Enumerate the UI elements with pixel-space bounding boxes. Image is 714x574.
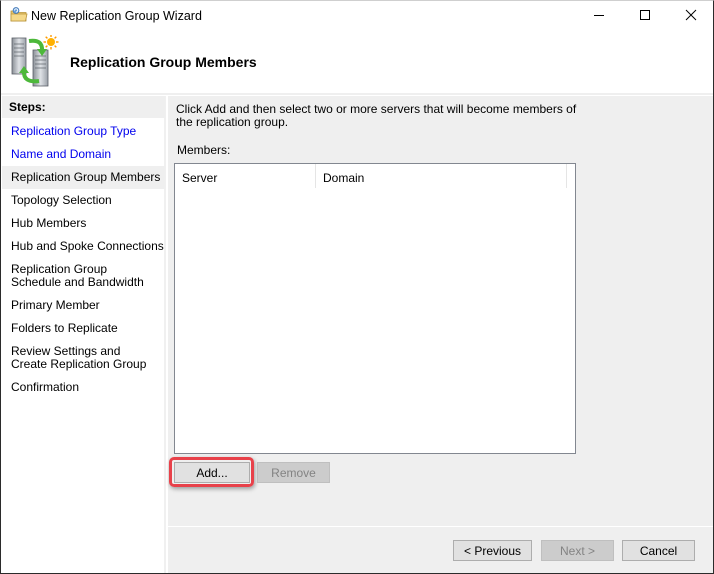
step-primary-member: Primary Member [11,298,100,312]
step-name-and-domain[interactable]: Name and Domain [2,148,165,161]
step-schedule-and-bandwidth: Replication Group Schedule and Bandwidth [11,262,144,289]
step-hub-members: Hub Members [11,216,87,230]
maximize-icon [639,9,651,24]
members-label: Members: [177,143,231,157]
page-title: Replication Group Members [70,54,257,70]
wizard-window: New Replication Group Wizard Replication… [0,0,714,574]
close-icon [685,9,697,24]
next-button: Next > [541,540,614,561]
minimize-icon [593,9,605,24]
members-list[interactable]: Server Domain [174,163,576,454]
replication-servers-icon [9,34,59,87]
minimize-button[interactable] [576,1,622,32]
step-replication-group-members: Replication Group Members [2,166,165,189]
maximize-button[interactable] [622,1,668,32]
step-folders-to-replicate: Folders to Replicate [11,321,118,335]
folder-replication-icon [10,7,28,23]
add-button[interactable]: Add... [174,462,250,483]
step-topology-selection: Topology Selection [11,193,112,207]
column-header-domain[interactable]: Domain [316,164,567,188]
close-button[interactable] [668,1,714,32]
wizard-footer: < Previous Next > Cancel [168,527,713,573]
cancel-button[interactable]: Cancel [622,540,695,561]
header-divider [1,93,713,95]
previous-button[interactable]: < Previous [453,540,532,561]
members-list-header: Server Domain [175,164,575,188]
steps-heading: Steps: [2,96,165,118]
step-replication-group-type[interactable]: Replication Group Type [2,125,165,138]
step-review-settings: Review Settings and Create Replication G… [11,344,147,371]
step-confirmation: Confirmation [11,380,80,394]
instructions-text: Click Add and then select two or more se… [176,102,577,129]
wizard-content: Click Add and then select two or more se… [168,96,713,526]
column-header-server[interactable]: Server [175,164,316,188]
window-title: New Replication Group Wizard [31,9,202,23]
step-hub-and-spoke-connections: Hub and Spoke Connections [11,239,164,253]
title-bar[interactable]: New Replication Group Wizard [1,1,713,32]
wizard-header: Replication Group Members [1,32,713,94]
remove-button: Remove [257,462,330,483]
steps-sidebar: Steps: Replication Group Type Name and D… [2,96,166,573]
